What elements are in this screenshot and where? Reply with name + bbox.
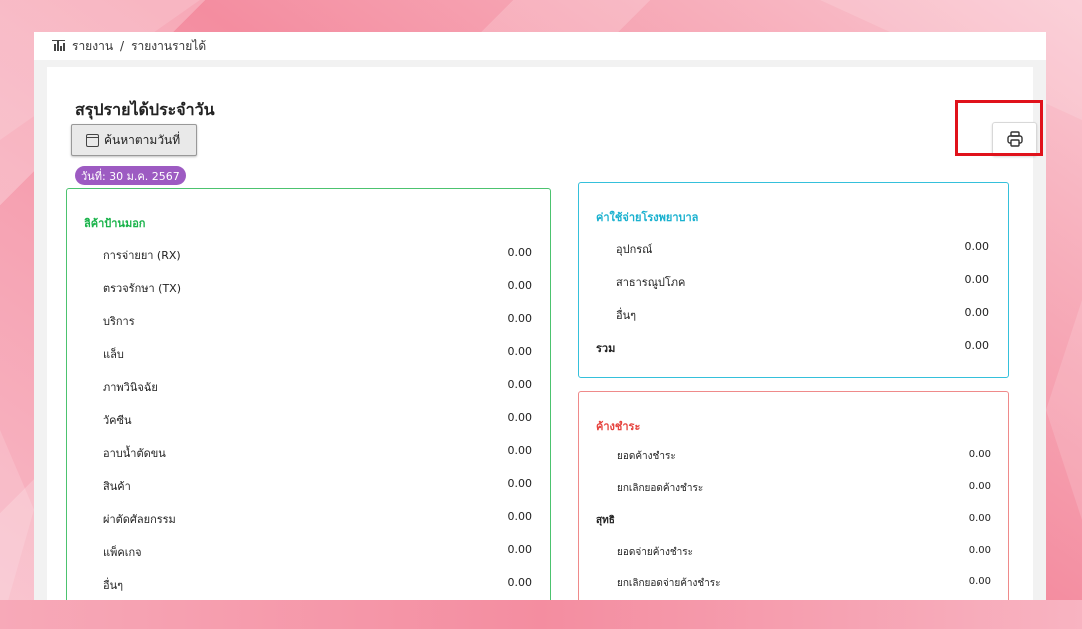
list-item: อาบน้ำตัดขน 0.00 (103, 444, 532, 460)
total-row: รวม 0.00 (596, 339, 989, 355)
breadcrumb-root[interactable]: รายงาน (72, 37, 113, 56)
list-item: สินค้า 0.00 (103, 477, 532, 493)
list-item: อื่นๆ 0.00 (103, 576, 532, 592)
list-item: ภาพวินิจฉัย 0.00 (103, 378, 532, 394)
hospital-expenses-title: ค่าใช้จ่ายโรงพยาบาล (596, 211, 699, 224)
date-badge: วันที่: 30 ม.ค. 2567 (75, 166, 186, 185)
list-item: วัคซีน 0.00 (103, 411, 532, 427)
bar-chart-icon (52, 40, 65, 52)
list-item: ยอดจ่ายค้างชำระ 0.00 (617, 545, 991, 558)
net-row: สุทธิ 0.00 (596, 513, 991, 526)
list-item: อื่นๆ 0.00 (616, 306, 989, 322)
calendar-icon (86, 133, 99, 147)
list-item: ยอดค้างชำระ 0.00 (617, 449, 991, 462)
list-item: ยกเลิกยอดจ่ายค้างชำระ 0.00 (617, 576, 991, 589)
list-item: อุปกรณ์ 0.00 (616, 240, 989, 256)
background-band (0, 600, 1082, 629)
opd-income-section: ลิค้าป้านมอก การจ่ายยา (RX) 0.00 ตรวจรักษ… (66, 188, 551, 620)
outstanding-title: ค้างชำระ (596, 420, 641, 433)
breadcrumb-current: รายงานรายได้ (131, 38, 207, 53)
page-title: สรุปรายได้ประจำวัน (75, 100, 215, 119)
list-item: การจ่ายยา (RX) 0.00 (103, 246, 532, 262)
search-by-date-button[interactable]: ค้นหาตามวันที่ (71, 124, 197, 156)
search-by-date-label: ค้นหาตามวันที่ (104, 132, 181, 147)
hospital-expenses-section: ค่าใช้จ่ายโรงพยาบาล อุปกรณ์ 0.00 สาธารณูป… (578, 182, 1009, 378)
list-item: ผ่าตัดศัลยกรรม 0.00 (103, 510, 532, 526)
printer-icon (1006, 131, 1023, 147)
list-item: ยกเลิกยอดค้างชำระ 0.00 (617, 481, 991, 494)
print-button[interactable] (992, 122, 1037, 156)
outstanding-section: ค้างชำระ ยอดค้างชำระ 0.00 ยกเลิกยอดค้างชำ… (578, 391, 1009, 623)
list-item: ตรวจรักษา (TX) 0.00 (103, 279, 532, 295)
breadcrumb-separator: / (120, 39, 125, 53)
opd-income-title: ลิค้าป้านมอก (84, 217, 146, 230)
list-item: บริการ 0.00 (103, 312, 532, 328)
list-item: สาธารณูปโภค 0.00 (616, 273, 989, 289)
list-item: แพ็คเกจ 0.00 (103, 543, 532, 559)
breadcrumb: รายงาน / รายงานรายได้ (34, 32, 1046, 61)
list-item: แล็บ 0.00 (103, 345, 532, 361)
